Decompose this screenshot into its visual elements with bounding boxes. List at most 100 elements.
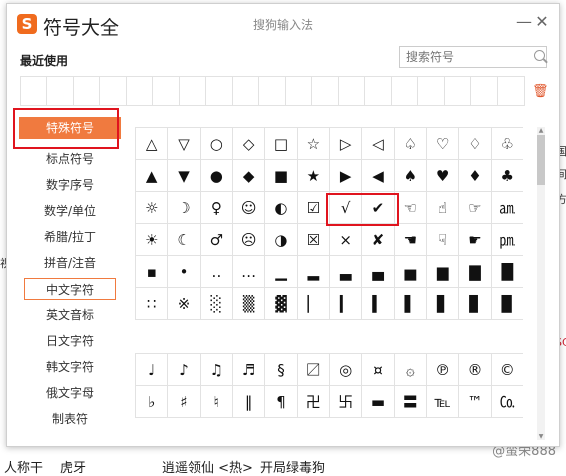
symbol-cell[interactable]: 卍 — [297, 386, 330, 418]
symbol-cell[interactable]: ▪ — [136, 256, 169, 288]
symbol-cell[interactable]: □ — [265, 128, 298, 160]
close-button[interactable]: ✕ — [533, 13, 551, 31]
bg-bottom-text-2[interactable]: 虎牙 — [60, 457, 86, 476]
symbol-cell[interactable]: ▃ — [329, 256, 363, 288]
recent-slot[interactable] — [47, 77, 74, 105]
symbol-cell[interactable]: ▼ — [168, 160, 201, 192]
recent-slot[interactable] — [74, 77, 101, 105]
sidebar-item-number-sequence[interactable]: 数字序号 — [19, 174, 121, 196]
recent-slot[interactable] — [206, 77, 233, 105]
symbol-cell[interactable]: ♯ — [168, 386, 201, 418]
symbol-cell[interactable]: ☼ — [136, 192, 169, 224]
symbol-cell[interactable]: ▒ — [232, 288, 266, 320]
symbol-cell[interactable]: ▎ — [329, 288, 363, 320]
symbol-cell[interactable]: △ — [136, 128, 169, 160]
symbol-cell[interactable]: ♤ — [394, 128, 427, 160]
symbol-cell[interactable]: ♭ — [136, 386, 169, 418]
symbol-cell[interactable]: ★ — [297, 160, 330, 192]
symbol-cell[interactable]: ۞ — [394, 354, 427, 386]
symbol-cell[interactable]: ▬ — [362, 386, 395, 418]
symbol-cell[interactable]: ◀ — [362, 160, 395, 192]
symbol-cell[interactable]: ♣ — [491, 160, 523, 192]
symbol-cell[interactable]: ® — [459, 354, 492, 386]
recent-slot[interactable] — [339, 77, 366, 105]
symbol-cell[interactable]: 卐 — [329, 386, 363, 418]
symbol-cell[interactable]: 〼 — [297, 354, 330, 386]
symbol-cell[interactable]: ▶ — [329, 160, 363, 192]
scroll-up-icon[interactable]: ▲ — [537, 127, 545, 134]
recent-slot[interactable] — [21, 77, 48, 105]
recent-slot[interactable] — [445, 77, 472, 105]
symbol-cell[interactable]: ● — [200, 160, 233, 192]
symbol-cell[interactable]: ▇ — [459, 256, 492, 288]
symbol-cell[interactable]: ™ — [459, 386, 492, 418]
symbol-cell[interactable]: ☽ — [168, 192, 201, 224]
symbol-cell[interactable]: ‥ — [200, 256, 233, 288]
symbol-cell[interactable]: █ — [491, 256, 523, 288]
symbol-cell[interactable]: ▲ — [136, 160, 169, 192]
recent-slot[interactable] — [286, 77, 313, 105]
symbol-cell[interactable]: ♫ — [200, 354, 233, 386]
recent-slot[interactable] — [418, 77, 445, 105]
symbol-cell[interactable]: ▓ — [265, 288, 298, 320]
symbol-cell[interactable]: ㏇ — [491, 386, 523, 418]
symbol-cell[interactable]: ☒ — [297, 224, 330, 256]
symbol-cell[interactable]: ℡ — [426, 386, 460, 418]
symbol-cell[interactable]: ▋ — [426, 288, 460, 320]
sidebar-item-pinyin[interactable]: 拼音/注音 — [19, 252, 121, 274]
symbol-cell[interactable]: © — [491, 354, 523, 386]
symbol-cell[interactable]: ♧ — [491, 128, 523, 160]
symbol-cell[interactable]: ¶ — [265, 386, 298, 418]
scroll-thumb[interactable] — [537, 135, 545, 185]
recent-slot[interactable] — [259, 77, 286, 105]
symbol-cell[interactable]: ◑ — [265, 224, 298, 256]
symbol-cell[interactable]: ☛ — [459, 224, 492, 256]
bg-bottom-text-3[interactable]: 逍遥领仙 <热> — [162, 457, 253, 476]
symbol-cell[interactable]: ○ — [200, 128, 233, 160]
symbol-cell[interactable]: ☺ — [232, 192, 266, 224]
symbol-cell[interactable]: ♮ — [200, 386, 233, 418]
symbol-cell[interactable]: ◇ — [232, 128, 266, 160]
search-input[interactable] — [399, 46, 547, 68]
symbol-cell[interactable]: ☀ — [136, 224, 169, 256]
scrollbar[interactable]: ▲ ▼ — [537, 127, 545, 440]
sidebar-item-russian[interactable]: 俄文字母 — [19, 382, 121, 404]
symbol-cell[interactable]: § — [265, 354, 298, 386]
scroll-down-icon[interactable]: ▼ — [537, 433, 545, 440]
symbol-cell[interactable]: ✘ — [362, 224, 395, 256]
minimize-button[interactable]: — — [515, 13, 533, 31]
sidebar-item-math-units[interactable]: 数学/单位 — [19, 200, 121, 222]
recent-slot[interactable] — [127, 77, 154, 105]
symbol-cell[interactable]: ℗ — [426, 354, 460, 386]
symbol-cell[interactable]: • — [168, 256, 201, 288]
symbol-cell[interactable]: ☞ — [459, 192, 492, 224]
recent-slot[interactable] — [471, 77, 498, 105]
recent-slot[interactable] — [312, 77, 339, 105]
symbol-cell[interactable]: ▏ — [297, 288, 330, 320]
symbol-cell[interactable]: ☹ — [232, 224, 266, 256]
recent-slot[interactable] — [180, 77, 207, 105]
symbol-cell[interactable]: ▄ — [362, 256, 395, 288]
trash-icon[interactable]: 🗑 — [532, 84, 549, 99]
symbol-cell[interactable]: 〓 — [394, 386, 427, 418]
recent-slot[interactable] — [233, 77, 260, 105]
symbol-cell[interactable]: ☟ — [426, 224, 460, 256]
symbol-cell[interactable]: ♦ — [459, 160, 492, 192]
sidebar-item-greek-latin[interactable]: 希腊/拉丁 — [19, 226, 121, 248]
bg-bottom-text-4[interactable]: 开局绿毒狗 — [260, 457, 325, 476]
symbol-cell[interactable]: ‖ — [232, 386, 266, 418]
symbol-cell[interactable]: ♥ — [426, 160, 460, 192]
symbol-cell[interactable]: ☝ — [426, 192, 460, 224]
recent-slot[interactable] — [153, 77, 180, 105]
symbol-cell[interactable]: ▊ — [459, 288, 492, 320]
symbol-cell[interactable]: × — [329, 224, 363, 256]
recent-slot[interactable] — [365, 77, 392, 105]
symbol-cell[interactable]: ▽ — [168, 128, 201, 160]
sidebar-item-korean[interactable]: 韩文字符 — [19, 356, 121, 378]
symbol-cell[interactable]: ▉ — [491, 288, 523, 320]
symbol-cell[interactable]: ♬ — [232, 354, 266, 386]
symbol-cell[interactable]: ㏘ — [491, 224, 523, 256]
symbol-cell[interactable]: ■ — [265, 160, 298, 192]
symbol-cell[interactable]: ♀ — [200, 192, 233, 224]
symbol-cell[interactable]: ☜ — [394, 192, 427, 224]
